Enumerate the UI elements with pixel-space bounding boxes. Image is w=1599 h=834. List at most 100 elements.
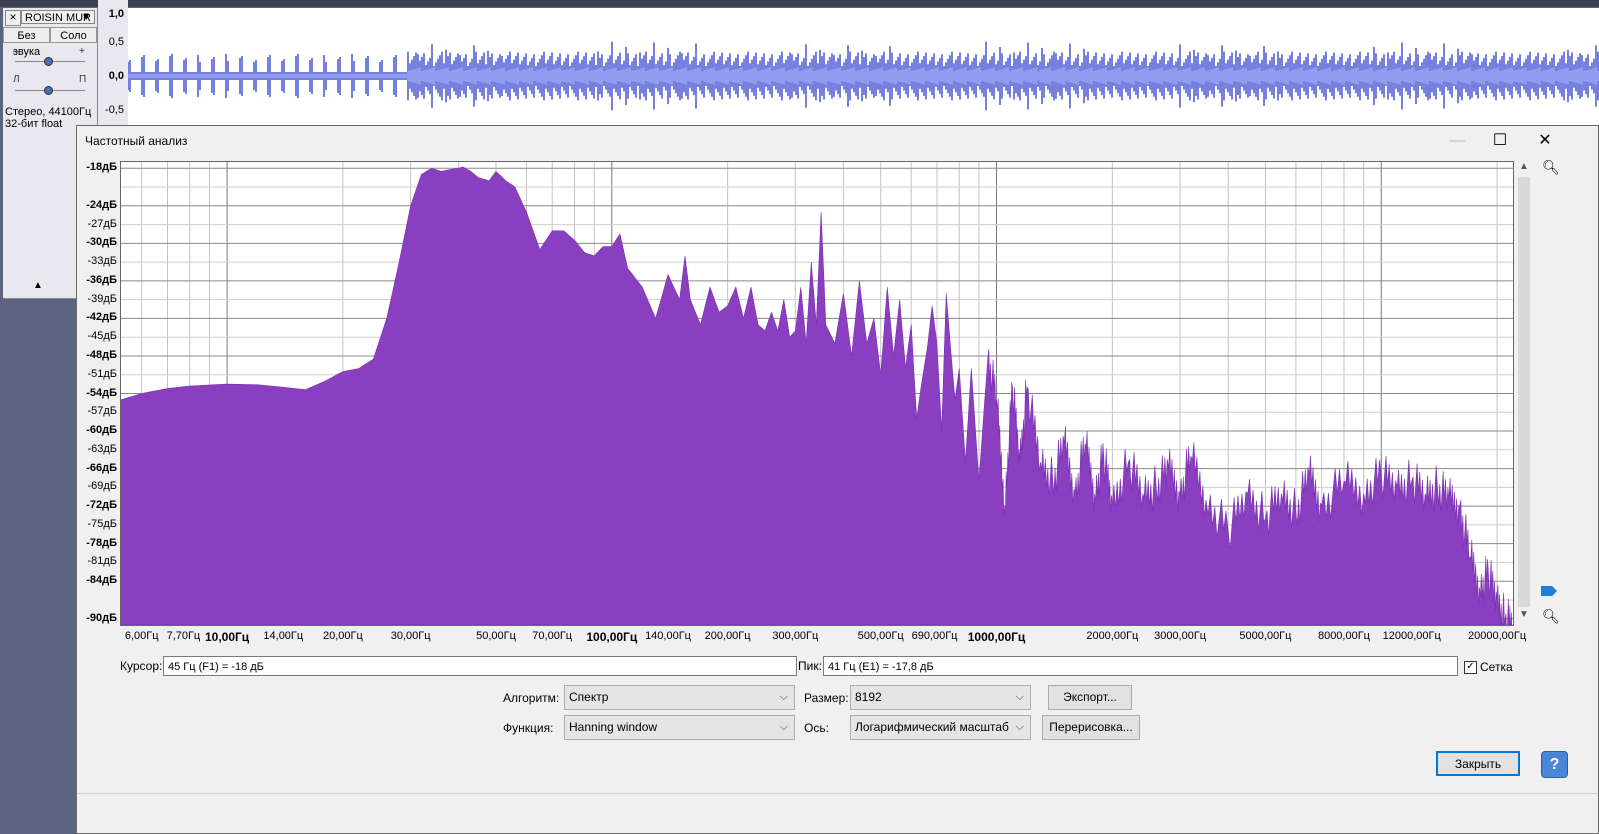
top-strip	[0, 0, 1599, 7]
gain-minus-label: –	[13, 46, 19, 57]
export-button[interactable]: Экспорт...	[1048, 685, 1132, 710]
y-tick-label: -84дБ	[86, 574, 117, 587]
ruler-label: 0,5	[108, 36, 124, 48]
track-format-info: Стерео, 44100Гц	[5, 106, 92, 118]
chevron-down-icon: ⌵	[779, 691, 788, 703]
x-tick-label: 200,00Гц	[704, 630, 751, 642]
ruler-label: -0,5	[105, 104, 124, 116]
y-tick-label: -78дБ	[86, 536, 117, 549]
waveform-graph	[127, 41, 1599, 111]
y-tick-label: -66дБ	[86, 461, 117, 474]
x-tick-label: 12000,00Гц	[1382, 630, 1441, 642]
y-tick-label: -57дБ	[87, 405, 117, 418]
spectrum-area	[121, 166, 1513, 625]
x-tick-label: 690,00Гц	[911, 630, 958, 642]
status-bar-divider	[77, 793, 1598, 794]
redraw-button[interactable]: Перерисовка...	[1042, 715, 1140, 740]
maximize-button[interactable]: ☐	[1480, 128, 1520, 154]
solo-button[interactable]: Соло	[50, 27, 97, 43]
frequency-analysis-dialog: Частотный анализ — ☐ ✕ -18дБ -24дБ -27дБ -3…	[76, 125, 1599, 834]
y-tick-label: -42дБ	[86, 311, 117, 324]
spectrum-plot[interactable]	[120, 161, 1514, 626]
function-value: Hanning window	[569, 720, 658, 734]
collapse-track-icon[interactable]: ▲	[33, 280, 43, 291]
x-tick-label: 70,00Гц	[532, 630, 573, 642]
x-tick-label: 300,00Гц	[772, 630, 819, 642]
pan-slider-thumb[interactable]	[44, 86, 53, 95]
zoom-slider-thumb[interactable]	[1541, 586, 1557, 596]
gain-plus-label: +	[79, 46, 85, 57]
waveform-rms-path	[127, 67, 1599, 85]
pan-right-label: П	[79, 74, 87, 85]
y-tick-label: -36дБ	[86, 273, 117, 286]
size-label: Размер:	[804, 691, 849, 705]
mute-button[interactable]: Без звука	[3, 27, 50, 58]
track-close-button[interactable]: ×	[5, 10, 21, 26]
scroll-up-icon[interactable]: ▲	[1517, 161, 1531, 175]
scroll-track[interactable]	[1518, 177, 1530, 607]
size-value: 8192	[855, 690, 882, 704]
y-tick-label: -69дБ	[87, 480, 117, 493]
dropdown-arrow-icon: ▼	[81, 12, 91, 23]
x-tick-label: 10,00Гц	[204, 630, 250, 644]
cursor-label: Курсор:	[120, 659, 163, 673]
chevron-down-icon: ⌵	[1015, 721, 1024, 733]
function-select[interactable]: Hanning window ⌵	[564, 715, 795, 740]
vertical-scrollbar[interactable]: ▲ ▼	[1517, 161, 1531, 624]
algorithm-select[interactable]: Спектр ⌵	[564, 685, 795, 710]
x-tick-label: 7,70Гц	[166, 630, 201, 642]
x-tick-label: 3000,00Гц	[1154, 630, 1207, 642]
ruler-label: 0,0	[108, 70, 124, 82]
waveform-display[interactable]	[127, 8, 1599, 125]
peak-label: Пик:	[798, 659, 822, 673]
track-bitdepth-info: 32-бит float	[5, 118, 63, 130]
track-name-menu[interactable]: ROISIN MUR ▼	[21, 10, 95, 24]
y-tick-label: -48дБ	[86, 348, 117, 361]
axis-label: Ось:	[804, 721, 829, 735]
zoom-in-icon[interactable]: 🔍︎	[1542, 159, 1560, 175]
x-tick-label: 20,00Гц	[322, 630, 363, 642]
y-tick-label: -60дБ	[86, 424, 117, 437]
close-dialog-button[interactable]: Закрыть	[1436, 751, 1520, 776]
window-close-button[interactable]: ✕	[1525, 128, 1565, 154]
x-tick-label: 50,00Гц	[476, 630, 516, 642]
size-select[interactable]: 8192 ⌵	[850, 685, 1031, 710]
minimize-button[interactable]: —	[1437, 128, 1477, 154]
grid-checkbox[interactable]: ✓	[1464, 661, 1477, 674]
zoom-out-icon[interactable]: 🔍︎	[1542, 608, 1560, 624]
y-tick-label: -75дБ	[87, 517, 117, 530]
x-tick-label: 140,00Гц	[645, 630, 691, 642]
grid-checkbox-label: Сетка	[1480, 660, 1513, 674]
x-tick-label: 14,00Гц	[263, 630, 304, 642]
peak-value-field[interactable]: 41 Гц (E1) = -17,8 дБ	[823, 656, 1458, 676]
pan-left-label: Л	[13, 74, 20, 85]
x-tick-label: 1000,00Гц	[967, 630, 1026, 644]
x-tick-label: 100,00Гц	[586, 630, 638, 644]
x-tick-label: 2000,00Гц	[1086, 630, 1139, 642]
y-tick-label: -81дБ	[87, 555, 117, 568]
y-tick-label: -45дБ	[87, 330, 117, 343]
scroll-down-icon[interactable]: ▼	[1517, 609, 1531, 623]
chevron-down-icon: ⌵	[779, 721, 788, 733]
y-tick-label: -39дБ	[87, 292, 117, 305]
waveform-vertical-ruler: 1,0 0,5 0,0 -0,5	[98, 0, 128, 125]
axis-select[interactable]: Логарифмический масштаб ⌵	[850, 715, 1031, 740]
algorithm-label: Алгоритм:	[503, 691, 560, 705]
x-tick-label: 6,00Гц	[124, 630, 159, 642]
cursor-value-field[interactable]: 45 Гц (F1) = -18 дБ	[163, 656, 797, 676]
gain-slider-thumb[interactable]	[44, 57, 53, 66]
y-tick-label: -72дБ	[86, 499, 117, 512]
y-tick-label: -33дБ	[87, 255, 117, 268]
axis-value: Логарифмический масштаб	[855, 720, 1009, 734]
algorithm-value: Спектр	[569, 690, 609, 704]
y-tick-label: -54дБ	[86, 386, 117, 399]
y-tick-label: -18дБ	[86, 161, 117, 174]
spectrum-graph	[121, 162, 1513, 625]
y-tick-label: -51дБ	[87, 367, 117, 380]
help-button[interactable]: ?	[1541, 751, 1568, 778]
y-tick-label: -90дБ	[86, 611, 117, 624]
x-tick-label: 5000,00Гц	[1239, 630, 1292, 642]
x-tick-label: 500,00Гц	[857, 630, 904, 642]
ruler-label: 1,0	[108, 8, 124, 20]
y-tick-label: -27дБ	[87, 217, 117, 230]
